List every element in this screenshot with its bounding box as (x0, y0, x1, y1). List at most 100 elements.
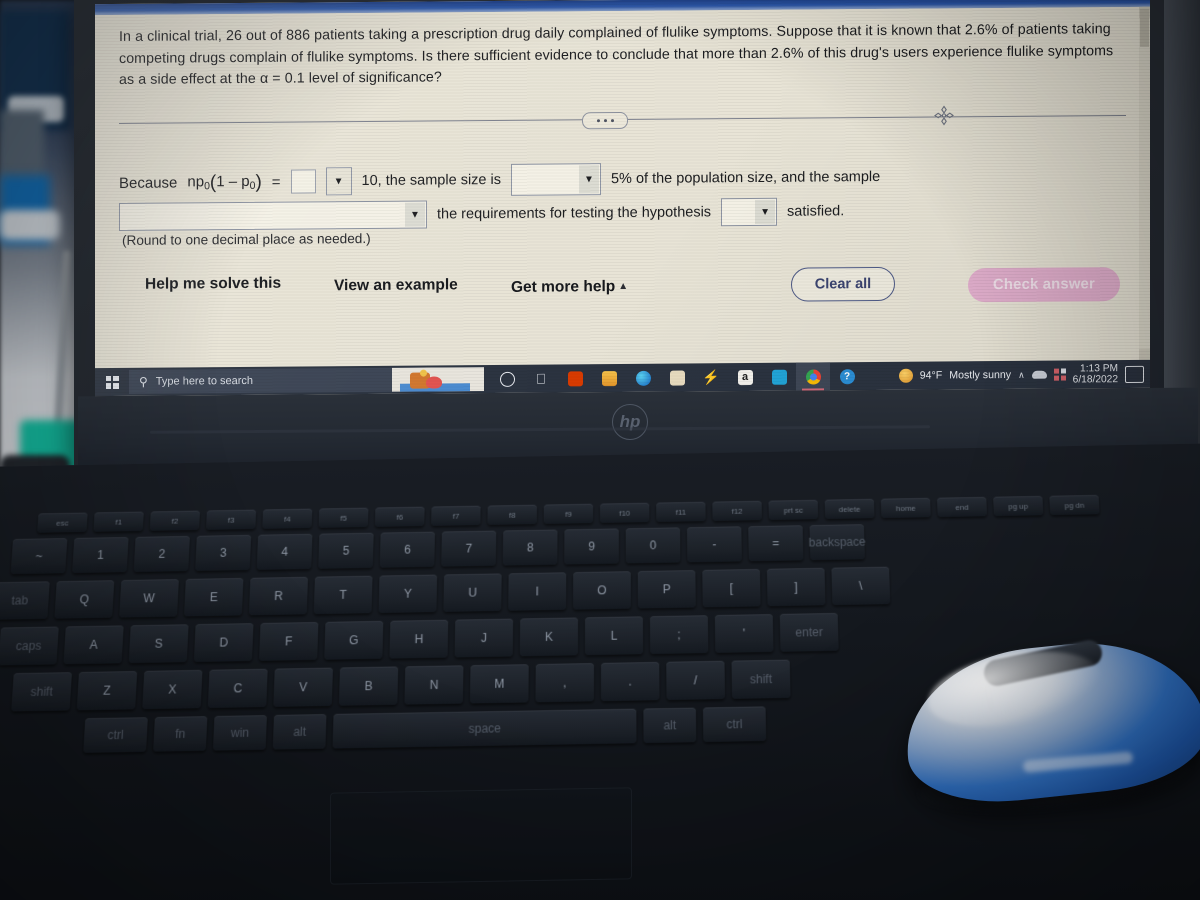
key[interactable]: f12 (712, 500, 762, 521)
key[interactable]: ctrl (83, 717, 148, 753)
windows-start-icon[interactable] (95, 368, 129, 396)
microsoft-edge-icon[interactable] (626, 364, 660, 392)
key[interactable]: home (880, 497, 931, 519)
clock[interactable]: 1:13 PM 6/18/2022 (1073, 363, 1118, 386)
key[interactable]: N (404, 665, 464, 705)
search-input[interactable]: ⚲ Type here to search (129, 367, 484, 394)
key[interactable]: 3 (195, 534, 252, 571)
key[interactable]: R (248, 576, 309, 616)
key[interactable]: fn (153, 716, 208, 752)
keyboard-qwerty-row[interactable]: tab Q W E R T Y U I O P [ ] \ (0, 566, 891, 620)
key[interactable]: \ (831, 566, 891, 606)
key[interactable]: ; (649, 615, 709, 655)
google-chrome-icon[interactable] (796, 362, 830, 391)
key[interactable]: = (748, 525, 804, 562)
key[interactable]: M (469, 664, 529, 704)
scroll-down-arrow-icon[interactable] (1139, 348, 1150, 360)
key[interactable]: D (193, 623, 254, 663)
key[interactable]: U (443, 573, 502, 612)
scrollbar-thumb[interactable] (1140, 8, 1149, 47)
key[interactable]: f1 (93, 511, 144, 532)
task-view-icon[interactable]: ⎕ (524, 365, 558, 393)
key[interactable]: , (535, 663, 594, 703)
key[interactable]: 9 (564, 528, 619, 565)
key[interactable]: . (601, 661, 660, 702)
chevron-up-icon[interactable]: ∧ (1018, 369, 1025, 380)
key[interactable]: shift (731, 659, 791, 699)
key[interactable]: ] (766, 567, 826, 607)
key[interactable]: - (686, 526, 742, 563)
key[interactable]: ctrl (702, 706, 767, 743)
check-answer-button[interactable]: Check answer (968, 267, 1120, 303)
view-an-example-link[interactable]: View an example (334, 276, 458, 295)
key[interactable]: delete (824, 498, 875, 520)
key[interactable]: G (324, 620, 384, 660)
key[interactable]: alt (643, 707, 697, 744)
tray-temperature[interactable]: 94°F (920, 369, 943, 381)
keyboard-number-row[interactable]: ~ 1 2 3 4 5 6 7 8 9 0 - = backspace (10, 524, 866, 575)
key[interactable]: f7 (431, 505, 481, 526)
wireless-mouse[interactable] (897, 628, 1200, 823)
key[interactable]: 2 (133, 535, 190, 573)
key[interactable]: f6 (374, 506, 425, 527)
clear-all-button[interactable]: Clear all (791, 266, 895, 302)
key[interactable]: [ (702, 568, 761, 608)
key[interactable]: W (119, 579, 179, 618)
file-explorer-icon[interactable] (592, 364, 626, 392)
key[interactable]: C (207, 668, 268, 709)
key[interactable]: Y (378, 574, 438, 614)
key[interactable]: f11 (656, 501, 706, 522)
microsoft-store-icon[interactable] (660, 363, 694, 391)
cortana-icon[interactable] (490, 365, 524, 393)
key[interactable]: Q (54, 580, 115, 619)
key[interactable]: prt sc (768, 499, 819, 521)
key[interactable]: T (313, 575, 373, 615)
key[interactable]: S (128, 624, 189, 664)
key[interactable]: / (666, 660, 726, 701)
notification-center-icon[interactable] (1125, 365, 1144, 383)
key[interactable]: 1 (72, 537, 129, 574)
help-icon[interactable]: ? (830, 362, 864, 390)
key[interactable]: E (184, 577, 244, 617)
key[interactable]: ' (714, 614, 774, 653)
key[interactable]: 6 (379, 531, 435, 568)
key[interactable]: f10 (600, 502, 650, 523)
key[interactable]: 8 (502, 529, 558, 566)
key[interactable]: esc (37, 512, 88, 533)
key[interactable]: pg dn (1049, 494, 1100, 516)
comparison-dropdown[interactable]: ▼ (325, 167, 352, 196)
key-space[interactable]: space (332, 708, 637, 749)
key[interactable]: f8 (487, 504, 537, 525)
key[interactable]: 4 (256, 533, 313, 570)
key[interactable]: P (637, 570, 696, 609)
npq-value-input[interactable] (290, 169, 316, 194)
key[interactable]: f3 (205, 509, 257, 530)
lightning-app-icon[interactable]: ⚡ (694, 363, 728, 391)
key[interactable]: shift (11, 672, 72, 712)
key[interactable]: V (273, 667, 333, 707)
onedrive-cloud-icon[interactable] (1031, 370, 1047, 379)
key[interactable]: enter (779, 612, 839, 652)
key[interactable]: L (584, 616, 644, 656)
key[interactable]: f9 (543, 503, 594, 524)
key[interactable]: H (389, 619, 449, 659)
satisfied-dropdown[interactable]: ▼ (721, 197, 778, 227)
key[interactable]: caps (0, 626, 59, 666)
get-more-help-link[interactable]: Get more help ▲ (511, 278, 628, 297)
touchpad[interactable] (330, 787, 632, 885)
key[interactable]: alt (272, 714, 327, 750)
keyboard-modifier-row[interactable]: ctrl fn win alt space alt ctrl (83, 706, 767, 753)
key[interactable]: backspace (809, 524, 866, 561)
key[interactable]: tab (0, 581, 50, 620)
key[interactable]: end (936, 496, 988, 518)
key[interactable]: pg up (993, 495, 1044, 517)
office-icon[interactable] (558, 364, 592, 392)
tray-apps-icon[interactable] (1053, 368, 1066, 381)
key[interactable]: win (212, 715, 267, 751)
key[interactable]: F (259, 622, 319, 661)
help-me-solve-this-link[interactable]: Help me solve this (145, 275, 281, 294)
keyboard-bottom-letter-row[interactable]: shift Z X C V B N M , . / shift (11, 659, 791, 712)
key[interactable]: Z (76, 671, 138, 711)
key[interactable]: 5 (318, 532, 374, 569)
key[interactable]: ~ (10, 538, 68, 575)
